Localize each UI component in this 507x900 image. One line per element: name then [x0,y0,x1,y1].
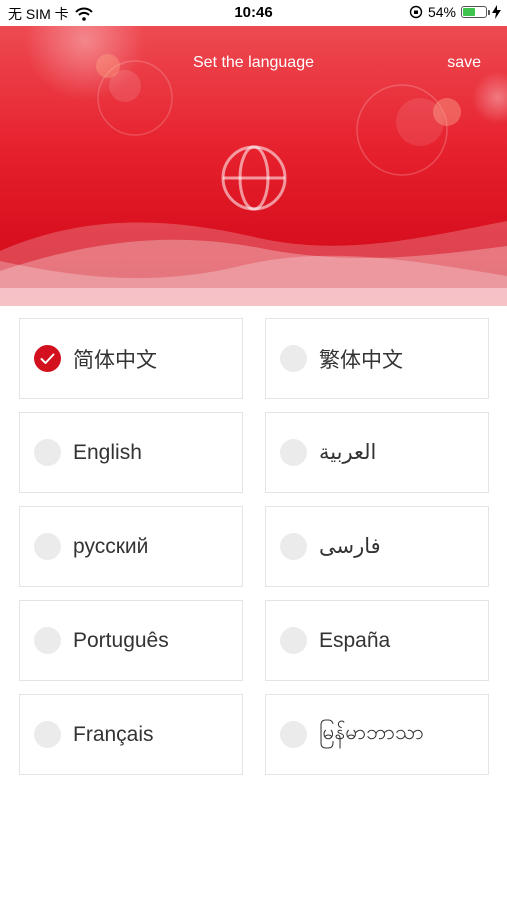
radio-checked-icon[interactable] [34,345,61,372]
radio-unchecked-icon[interactable] [34,721,61,748]
language-option[interactable]: 简体中文 [19,318,243,399]
status-bar: 无 SIM 卡 10:46 54% [0,0,507,26]
radio-unchecked-icon[interactable] [280,345,307,372]
language-option[interactable]: العربية [265,412,489,493]
header-banner: Set the language save [0,26,507,306]
radio-unchecked-icon[interactable] [34,627,61,654]
page-title: Set the language [193,54,314,71]
charging-bolt-icon [492,5,501,19]
language-label: русский [73,534,149,558]
radio-unchecked-icon[interactable] [280,627,307,654]
language-grid: 简体中文 繁体中文 English العربية русский فارسی Portug… [19,318,489,775]
language-option[interactable]: Français [19,694,243,775]
language-label: Français [73,722,154,746]
battery-percent: 54% [427,4,456,20]
radio-unchecked-icon[interactable] [280,439,307,466]
language-label: Português [73,628,169,652]
language-label: فارسی [319,535,381,558]
language-label: العربية [319,441,377,464]
save-button[interactable]: save [447,54,481,72]
language-label: မြန်မာဘာသာ [319,721,424,744]
language-option[interactable]: España [265,600,489,681]
language-label: 简体中文 [73,348,157,372]
language-option[interactable]: မြန်မာဘာသာ [265,694,489,775]
radio-unchecked-icon[interactable] [280,533,307,560]
language-label: España [319,628,391,652]
language-option[interactable]: فارسی [265,506,489,587]
globe-icon [221,145,287,211]
radio-unchecked-icon[interactable] [34,533,61,560]
checkmark-icon [40,353,55,364]
orientation-lock-icon [409,5,423,19]
battery-icon [461,6,490,18]
language-option[interactable]: Português [19,600,243,681]
language-label: English [73,440,142,464]
language-label: 繁体中文 [319,348,403,372]
language-option[interactable]: русский [19,506,243,587]
radio-unchecked-icon[interactable] [280,721,307,748]
language-option[interactable]: English [19,412,243,493]
radio-unchecked-icon[interactable] [34,439,61,466]
language-option[interactable]: 繁体中文 [265,318,489,399]
